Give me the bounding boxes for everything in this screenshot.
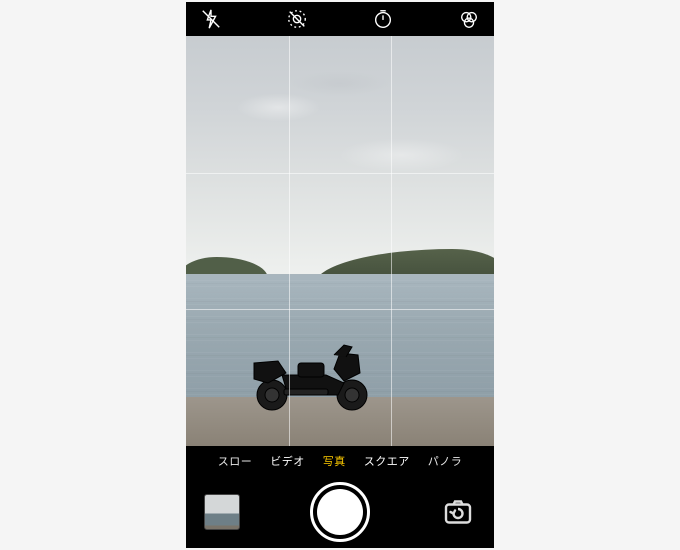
camera-app: スロー ビデオ 写真 スクエア パノラ (186, 2, 494, 548)
mode-slomo[interactable]: スロー (218, 453, 253, 469)
last-photo-thumbnail[interactable] (204, 494, 240, 530)
camera-top-toolbar (186, 2, 494, 36)
mode-square[interactable]: スクエア (364, 453, 410, 469)
subject-motorcycle (248, 333, 378, 413)
timer-icon[interactable] (372, 8, 394, 30)
mode-photo[interactable]: 写真 (323, 453, 346, 469)
filters-icon[interactable] (458, 8, 480, 30)
live-photo-off-icon[interactable] (286, 8, 308, 30)
camera-flip-button[interactable] (440, 494, 476, 530)
viewfinder-scene (186, 36, 494, 446)
camera-bottom-toolbar (186, 476, 494, 548)
mode-pano[interactable]: パノラ (428, 453, 463, 469)
mode-video[interactable]: ビデオ (270, 453, 305, 469)
camera-mode-selector[interactable]: スロー ビデオ 写真 スクエア パノラ (186, 446, 494, 476)
flash-off-icon[interactable] (200, 8, 222, 30)
shutter-button[interactable] (310, 482, 370, 542)
camera-viewfinder[interactable] (186, 36, 494, 446)
